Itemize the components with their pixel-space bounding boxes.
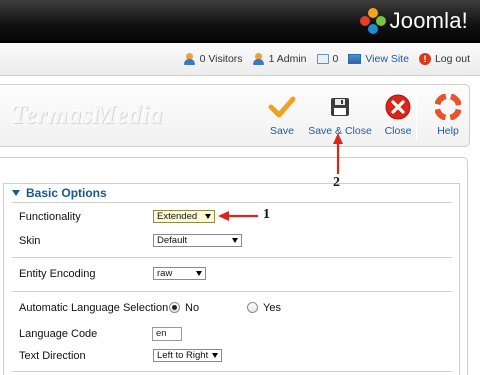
annotation-layer <box>218 133 343 221</box>
annotation-number-2: 2 <box>333 175 340 190</box>
annotation-number-1: 1 <box>263 207 270 222</box>
annotation-arrow-1 <box>218 211 258 221</box>
annotation-arrow-2 <box>333 133 343 174</box>
